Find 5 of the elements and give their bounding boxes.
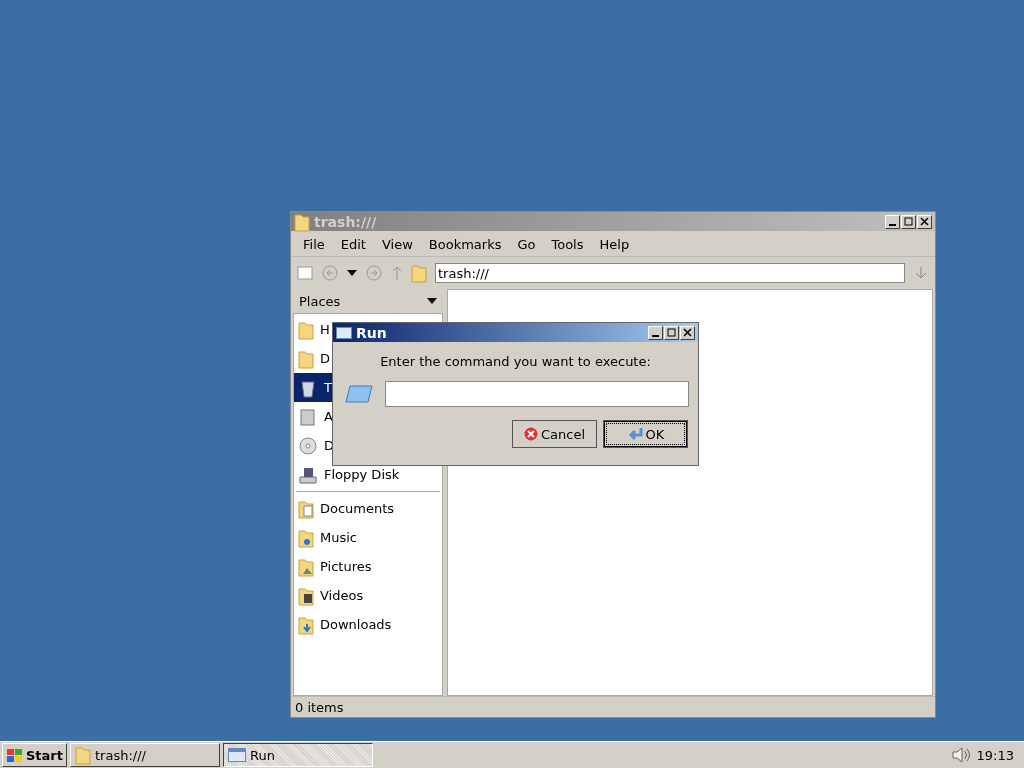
window-title-bar: trash:/// [291,212,935,231]
dialog-title-bar: Run [333,323,698,342]
prompt-text: Enter the command you want to execute: [379,353,652,371]
clock: 19:13 [976,747,1014,763]
status-text: 0 items [295,699,344,715]
